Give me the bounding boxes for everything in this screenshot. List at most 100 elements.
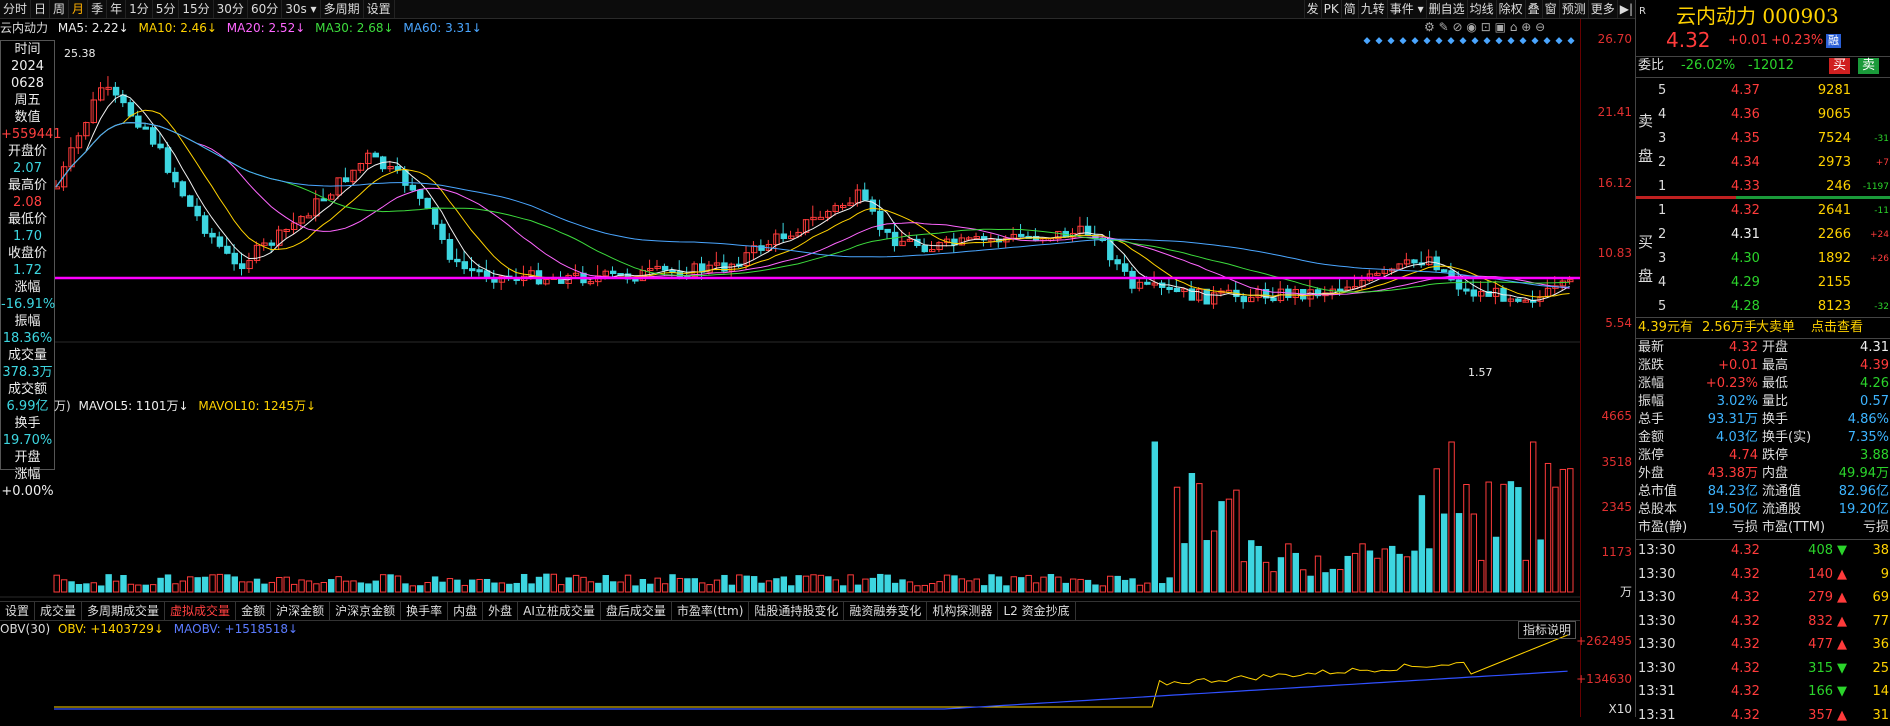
volume-bar bbox=[750, 576, 758, 593]
order-book-row: 4 4.29 2155 bbox=[1636, 273, 1890, 293]
tick-volume: 477 bbox=[1808, 637, 1833, 652]
toolbar-button[interactable]: 除权 bbox=[1495, 0, 1525, 18]
volume-bar bbox=[980, 585, 988, 593]
quote-value: 4.86% bbox=[1847, 412, 1889, 427]
candle-body bbox=[780, 233, 788, 240]
quote-label: 总市值 bbox=[1638, 484, 1678, 499]
candle-body bbox=[810, 216, 817, 221]
box-icon[interactable]: ▣ bbox=[1495, 20, 1506, 34]
period-tab[interactable]: 日 bbox=[31, 0, 51, 18]
indicator-tab[interactable]: 市盈率(ttm) bbox=[672, 602, 750, 620]
candle-body bbox=[1203, 288, 1210, 305]
toolbar-button[interactable]: ▶| bbox=[1616, 0, 1635, 18]
zoom-in-icon[interactable]: ⊕ bbox=[1521, 20, 1531, 34]
volume-bar bbox=[350, 580, 357, 593]
toolbar-button[interactable]: 删自选 bbox=[1425, 0, 1467, 18]
order-level: 3 bbox=[1658, 251, 1667, 266]
toolbar-button[interactable]: 发 bbox=[1303, 0, 1321, 18]
eye-icon[interactable]: ◉ bbox=[1466, 20, 1476, 34]
indicator-tab[interactable]: 陆股通持股变化 bbox=[749, 602, 845, 620]
tick-volume: 408 bbox=[1808, 543, 1833, 558]
period-tab[interactable]: 年 bbox=[107, 0, 127, 18]
tick-row: 13:30 4.32 408 ▼ 38 bbox=[1636, 541, 1890, 561]
period-tab[interactable]: 季 bbox=[88, 0, 108, 18]
volume-bar bbox=[669, 574, 676, 593]
price-tick: 5.54 bbox=[1605, 316, 1632, 330]
period-tab[interactable]: 设置 bbox=[364, 0, 395, 18]
indicator-tab[interactable]: 成交量 bbox=[35, 602, 83, 620]
candle-body bbox=[424, 197, 431, 209]
indicator-tab[interactable]: 沪深京金额 bbox=[330, 602, 402, 620]
stock-name: 云内动力 bbox=[1676, 4, 1756, 28]
period-tab[interactable]: 1分 bbox=[126, 0, 153, 18]
toolbar-button[interactable]: 九转 bbox=[1357, 0, 1387, 18]
toolbar-button[interactable]: 事件 ▾ bbox=[1386, 0, 1426, 18]
zoom-out-icon[interactable]: ⊖ bbox=[1535, 20, 1545, 34]
quote-label: 流通股 bbox=[1762, 502, 1802, 517]
indicator-tab[interactable]: L2 资金抄底 bbox=[998, 602, 1076, 620]
volume-tick: 4665 bbox=[1601, 409, 1632, 423]
quote-row: 金额 4.03亿 换手(实) 7.35% bbox=[1636, 429, 1890, 447]
order-level: 4 bbox=[1658, 107, 1667, 122]
toolbar-button[interactable]: 简 bbox=[1340, 0, 1358, 18]
indicator-tab[interactable]: 金额 bbox=[236, 602, 272, 620]
indicator-tab[interactable]: 内盘 bbox=[448, 602, 484, 620]
volume-bar bbox=[1077, 578, 1084, 593]
info-panel-item: 成交额 bbox=[7, 382, 47, 397]
period-tab[interactable]: 15分 bbox=[179, 0, 214, 18]
volume-bar bbox=[1240, 561, 1248, 593]
quote-row: 外盘 43.38万 内盘 49.94万 bbox=[1636, 465, 1890, 483]
volume-bar bbox=[1500, 483, 1507, 593]
quote-label: 涨幅 bbox=[1638, 376, 1665, 391]
order-price: 4.37 bbox=[1731, 83, 1760, 98]
settings-icon[interactable]: ⚙ bbox=[1424, 20, 1435, 34]
indicator-tab[interactable]: 外盘 bbox=[483, 602, 519, 620]
period-toolbar: 分时日周月季年 1分 5分 15分 30分 60分 30s ▾ 多周期 设置 发 PK 简九转 事件 … bbox=[0, 0, 1635, 19]
weibi-label: 委比 bbox=[1638, 58, 1665, 73]
indicator-tab[interactable]: 盘后成交量 bbox=[601, 602, 672, 620]
sell-button[interactable]: 卖 bbox=[1858, 58, 1880, 74]
candle-body bbox=[476, 269, 483, 273]
price-axis: 26.70 21.41 16.12 10.83 5.54 4665 3518 2… bbox=[1576, 19, 1636, 717]
indicator-tab[interactable]: 虚拟成交量 bbox=[165, 602, 237, 620]
maobv-value: MAOBV: +1518518↓ bbox=[173, 622, 299, 636]
tick-price: 4.32 bbox=[1731, 566, 1760, 582]
toolbar-button[interactable]: 窗 bbox=[1541, 0, 1559, 18]
indicator-tab[interactable]: AI立桩成交量 bbox=[518, 602, 601, 620]
buy-button[interactable]: 买 bbox=[1829, 58, 1851, 74]
link-icon[interactable]: ⊘ bbox=[1452, 20, 1462, 34]
volume-bar bbox=[187, 576, 194, 593]
indicator-tab[interactable]: 沪深金额 bbox=[271, 602, 331, 620]
obv-tick: +262495 bbox=[1576, 634, 1632, 648]
volume-bar bbox=[1470, 513, 1478, 593]
volume-bar bbox=[1270, 571, 1277, 593]
volume-bar bbox=[149, 584, 157, 593]
period-tab[interactable]: 5分 bbox=[153, 0, 180, 18]
indicator-tab[interactable]: 换手率 bbox=[401, 602, 449, 620]
order-price: 4.34 bbox=[1731, 155, 1760, 170]
big-order-link[interactable]: 点击查看 bbox=[1811, 318, 1863, 338]
period-tab[interactable]: 多周期 bbox=[321, 0, 364, 18]
home-icon[interactable]: ⌂ bbox=[1510, 20, 1518, 34]
pen-icon[interactable]: ✎ bbox=[1439, 20, 1449, 34]
toolbar-button[interactable]: 预测 bbox=[1558, 0, 1588, 18]
toolbar-button[interactable]: 叠 bbox=[1524, 0, 1542, 18]
toolbar-button[interactable]: 均线 bbox=[1466, 0, 1496, 18]
quote-value: 4.32 bbox=[1729, 340, 1758, 355]
period-tab[interactable]: 30分 bbox=[214, 0, 248, 18]
indicator-tab[interactable]: 设置 bbox=[0, 602, 36, 620]
toolbar-button[interactable]: 更多 bbox=[1587, 0, 1617, 18]
indicator-tab[interactable]: 机构探测器 bbox=[927, 602, 999, 620]
lock-icon[interactable]: ⊡ bbox=[1481, 20, 1491, 34]
period-tab[interactable]: 60分 bbox=[248, 0, 283, 18]
indicator-tab[interactable]: 融资融券变化 bbox=[844, 602, 928, 620]
indicator-tab[interactable]: 多周期成交量 bbox=[82, 602, 166, 620]
period-tab[interactable]: 周 bbox=[50, 0, 70, 18]
period-tab[interactable]: 分时 bbox=[0, 0, 32, 18]
indicator-explain-button[interactable]: 指标说明 bbox=[1518, 621, 1577, 639]
period-tab[interactable]: 30s ▾ bbox=[282, 0, 321, 18]
toolbar-button[interactable]: PK bbox=[1320, 0, 1341, 18]
period-tab[interactable]: 月 bbox=[69, 0, 89, 18]
candle-body bbox=[238, 263, 246, 270]
candle-body bbox=[446, 238, 454, 260]
